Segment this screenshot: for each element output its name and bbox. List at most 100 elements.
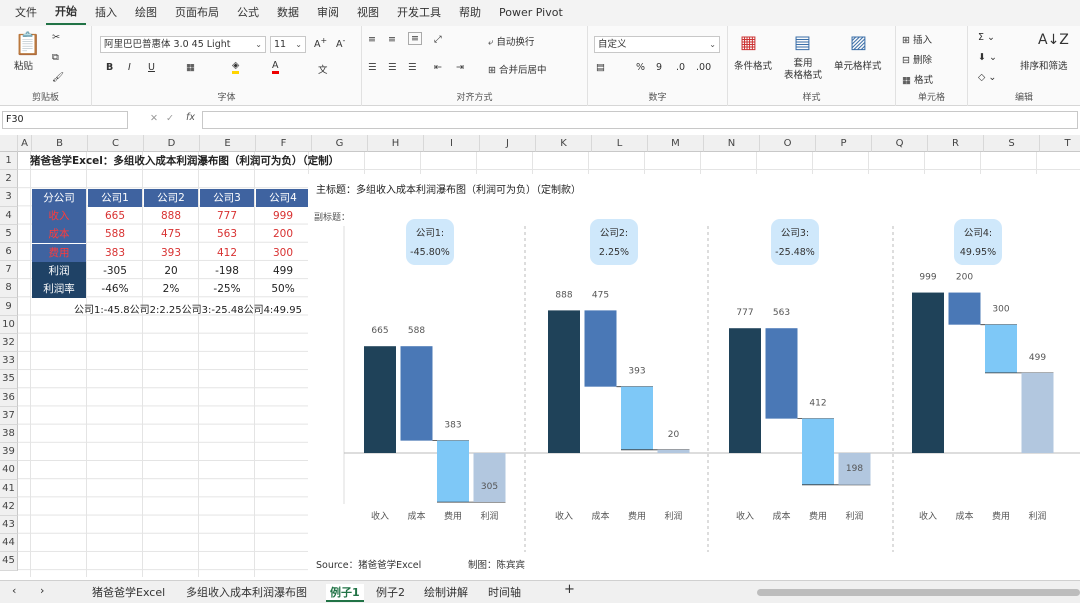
menu-item[interactable]: 帮助 (450, 0, 490, 26)
increase-font-icon[interactable]: A+ (314, 36, 327, 50)
menu-item[interactable]: 开始 (46, 1, 86, 25)
decrease-font-icon[interactable]: A- (336, 36, 345, 50)
column-header[interactable]: P (816, 135, 872, 152)
row-header[interactable]: 1 (0, 152, 18, 171)
font-size-select[interactable]: 11 ⌄ (270, 36, 306, 53)
menu-item[interactable]: 页面布局 (166, 0, 228, 26)
cut-icon[interactable]: ✂ (52, 32, 60, 43)
menu-item[interactable]: Power Pivot (490, 0, 572, 26)
increase-decimal-icon[interactable]: .0 (676, 62, 685, 73)
table-cell[interactable]: 777 (200, 207, 254, 225)
column-header[interactable]: K (536, 135, 592, 152)
align-bottom-icon[interactable]: ≡ (408, 32, 422, 45)
row-header[interactable]: 44 (0, 534, 18, 553)
border-icon[interactable]: ▦ (186, 62, 195, 73)
fx-icon[interactable]: fx (186, 112, 195, 123)
table-row-label[interactable]: 成本 (32, 225, 86, 244)
menu-item[interactable]: 插入 (86, 0, 126, 26)
table-cell[interactable]: 2% (144, 280, 198, 298)
align-middle-icon[interactable]: ≡ (388, 34, 396, 45)
row-header[interactable]: 39 (0, 443, 18, 462)
row-header[interactable]: 32 (0, 334, 18, 353)
table-header-cell[interactable]: 公司1 (88, 189, 142, 207)
accounting-icon[interactable]: ▤ (596, 62, 605, 73)
table-cell[interactable]: -305 (88, 262, 142, 280)
column-header[interactable]: G (312, 135, 368, 152)
table-row-label[interactable]: 利润 (32, 261, 86, 280)
number-format-select[interactable]: 自定义 ⌄ (594, 36, 720, 53)
sheet-tab[interactable]: 例子1 (326, 584, 364, 602)
table-cell[interactable]: -198 (200, 262, 254, 280)
table-cell[interactable]: 999 (256, 207, 310, 225)
sort-filter-icon[interactable]: A↓Z (1038, 32, 1069, 48)
column-header[interactable]: R (928, 135, 984, 152)
cell-style-button[interactable]: 单元格样式 (834, 58, 882, 72)
row-header[interactable]: 6 (0, 243, 18, 262)
sheet-tab[interactable]: 绘制讲解 (424, 584, 468, 600)
table-cell[interactable]: -25% (200, 280, 254, 298)
column-header[interactable]: H (368, 135, 424, 152)
table-header-cell[interactable]: 公司2 (144, 189, 198, 207)
column-header[interactable]: B (32, 135, 88, 152)
row-header[interactable]: 33 (0, 352, 18, 371)
copy-icon[interactable]: ⧉ (52, 52, 59, 63)
column-header[interactable]: E (200, 135, 256, 152)
percent-icon[interactable]: % (636, 62, 645, 73)
column-header[interactable]: A (18, 135, 32, 152)
tab-prev-icon[interactable]: ‹ (12, 584, 16, 597)
column-header[interactable]: N (704, 135, 760, 152)
column-header[interactable]: F (256, 135, 312, 152)
table-cell[interactable]: 665 (88, 207, 142, 225)
clear-icon[interactable]: ◇ ⌄ (978, 72, 996, 83)
column-header[interactable]: L (592, 135, 648, 152)
column-header[interactable]: O (760, 135, 816, 152)
menu-item[interactable]: 绘图 (126, 0, 166, 26)
sheet-tab[interactable]: 例子2 (376, 584, 405, 600)
table-cell[interactable]: 588 (88, 225, 142, 243)
table-header-cell[interactable]: 公司4 (256, 189, 310, 207)
conditional-format-button[interactable]: 条件格式 (734, 58, 772, 72)
table-cell[interactable]: 499 (256, 262, 310, 280)
table-cell[interactable]: 393 (144, 244, 198, 262)
align-right-icon[interactable]: ☰ (408, 62, 417, 73)
sheet-title[interactable]: 猪爸爸学Excel：多组收入成本利润瀑布图（利润可为负）（定制） (30, 152, 390, 170)
menu-item[interactable]: 公式 (228, 0, 268, 26)
row-header[interactable]: 41 (0, 479, 18, 498)
menu-item[interactable]: 文件 (6, 0, 46, 26)
tab-next-icon[interactable]: › (40, 584, 44, 597)
row-header[interactable]: 35 (0, 370, 18, 389)
align-left-icon[interactable]: ☰ (368, 62, 377, 73)
format-button[interactable]: ▦ 格式 (902, 72, 933, 86)
comma-icon[interactable]: 9 (656, 62, 662, 73)
column-header[interactable]: C (88, 135, 144, 152)
table-row-label[interactable]: 利润率 (32, 280, 86, 298)
sheet-tab[interactable]: 多组收入成本利润瀑布图 (186, 584, 307, 600)
table-cell[interactable]: 300 (256, 244, 310, 262)
decrease-decimal-icon[interactable]: .00 (696, 62, 711, 73)
enter-icon[interactable]: ✓ (166, 113, 174, 124)
name-box[interactable]: F30 (2, 111, 128, 129)
insert-button[interactable]: ⊞ 插入 (902, 32, 932, 46)
indent-icon[interactable]: ⇤ (434, 62, 442, 73)
column-header[interactable]: D (144, 135, 200, 152)
font-name-select[interactable]: 阿里巴巴普惠体 3.0 45 Light ⌄ (100, 36, 266, 53)
row-header[interactable]: 3 (0, 188, 18, 207)
align-top-icon[interactable]: ≡ (368, 34, 376, 45)
autosum-icon[interactable]: Σ ⌄ (978, 32, 995, 43)
row-header[interactable]: 5 (0, 224, 18, 243)
column-header[interactable]: S (984, 135, 1040, 152)
cancel-icon[interactable]: ✕ (150, 113, 158, 124)
table-cell[interactable]: 50% (256, 280, 310, 298)
table-cell[interactable]: 20 (144, 262, 198, 280)
table-format-button[interactable]: 套用 表格格式 (784, 58, 822, 82)
table-cell[interactable]: 475 (144, 225, 198, 243)
table-row-label[interactable]: 费用 (32, 243, 86, 262)
menu-item[interactable]: 视图 (348, 0, 388, 26)
row-header[interactable]: 43 (0, 516, 18, 535)
waterfall-chart[interactable]: 主标题：多组收入成本利润瀑布图（利润可为负）（定制款） 副标题： Source：猪爸… (308, 174, 1080, 577)
table-cell[interactable]: -46% (88, 280, 142, 298)
paste-icon[interactable]: 📋 (14, 32, 41, 57)
row-header[interactable]: 7 (0, 261, 18, 280)
conditional-format-icon[interactable]: ▦ (740, 32, 757, 53)
table-cell[interactable]: 888 (144, 207, 198, 225)
